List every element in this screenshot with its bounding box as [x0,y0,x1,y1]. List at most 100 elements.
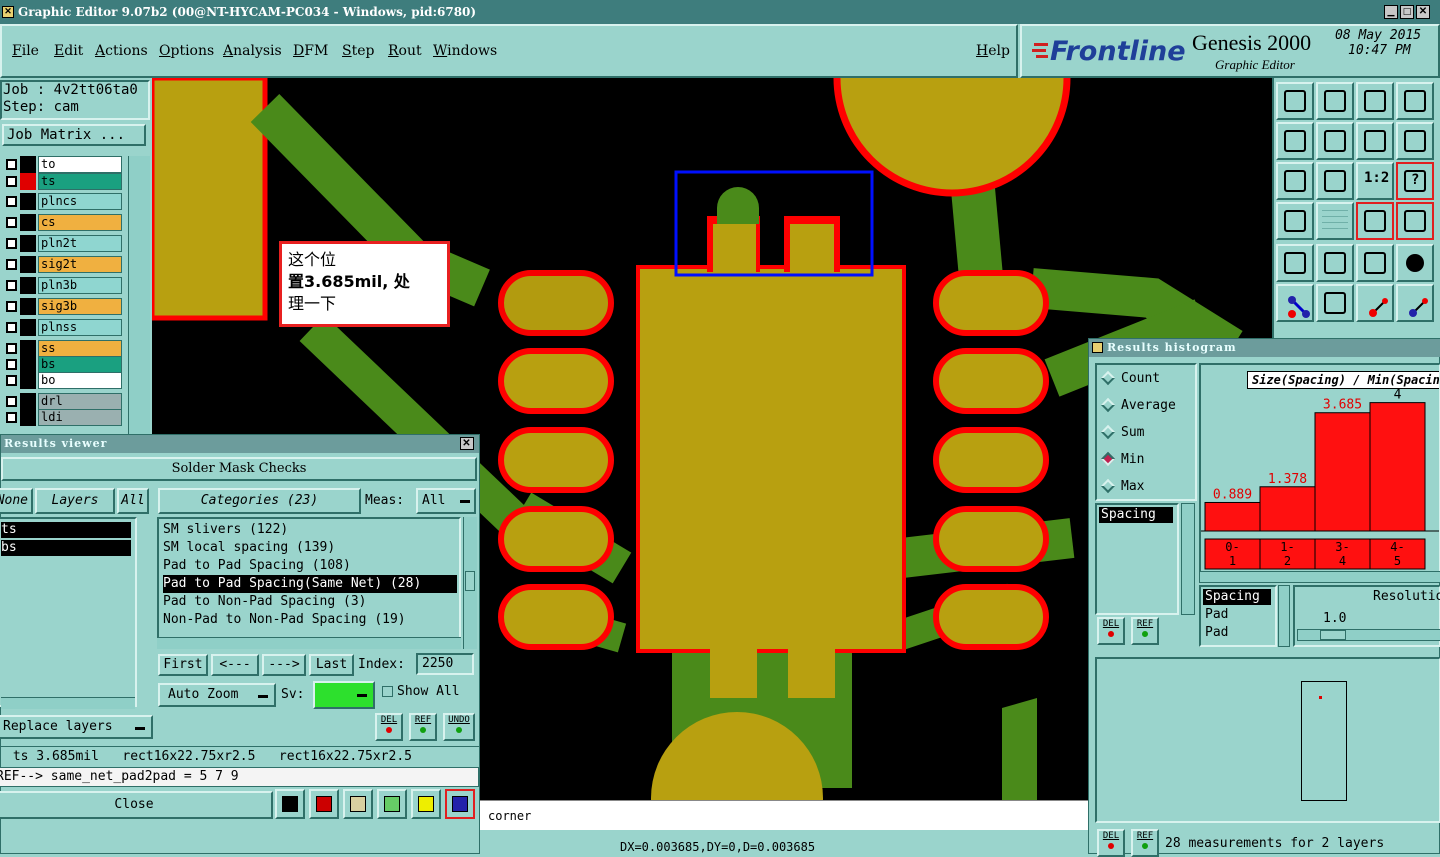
outline-button[interactable] [1316,244,1354,282]
menu-analysis[interactable]: Analysis [223,43,282,59]
column-labels-scrollbar[interactable] [1278,585,1290,647]
radio-diamond-icon[interactable] [1100,424,1116,440]
zoom-right-button[interactable] [1316,122,1354,160]
layer-checkbox[interactable] [6,217,17,228]
layer-name[interactable]: ss [38,340,122,357]
ruler-button[interactable] [1356,244,1394,282]
layer-name[interactable]: cs [38,214,122,231]
measure-red-button[interactable] [1356,202,1394,240]
snap-button[interactable] [1276,202,1314,240]
layer-checkbox[interactable] [6,412,17,423]
pan-button[interactable] [1276,162,1314,200]
layer-checkbox[interactable] [6,196,17,207]
histogram-ref-button-2[interactable]: REF [1131,829,1159,857]
menu-step[interactable]: Step [342,43,374,59]
stat-option-max[interactable]: Max [1099,477,1193,497]
menu-edit[interactable]: Edit [54,43,83,59]
layer-name[interactable]: bo [38,372,122,389]
list-button[interactable] [411,789,441,819]
layer-name[interactable]: ts [38,173,122,190]
link-red-button[interactable] [1356,284,1394,322]
layer-name[interactable]: bs [38,356,122,373]
measure-list-scrollbar[interactable] [1181,503,1195,615]
menu-windows[interactable]: Windows [433,43,497,59]
layer-checkbox[interactable] [6,238,17,249]
categories-list[interactable]: SM slivers (122) SM local spacing (139) Pa… [157,517,461,649]
histogram-hscroll[interactable] [1199,571,1440,583]
layer-name[interactable]: to [38,156,122,173]
measure-item-spacing[interactable]: Spacing [1099,507,1173,523]
link-blue-button[interactable] [1396,284,1434,322]
histogram-button[interactable] [445,789,475,819]
stat-option-average[interactable]: Average [1099,396,1193,416]
histogram-ref-button[interactable]: REF [1131,617,1159,645]
layer-name[interactable]: drl [38,393,122,410]
categories-hscroll[interactable] [157,637,461,649]
layer-name[interactable]: sig2t [38,256,122,273]
redraw-button[interactable] [1396,122,1434,160]
first-button[interactable]: First [158,654,208,676]
layer-name[interactable]: sig3b [38,298,122,315]
layer-name[interactable]: pln2t [38,235,122,252]
result-layer-item[interactable]: ts [1,522,131,538]
close-button[interactable]: Close [0,791,273,819]
menu-help[interactable]: Help [976,43,1010,59]
auto-zoom-dropdown[interactable]: Auto Zoom [158,683,276,707]
show-all-checkbox[interactable] [382,686,393,697]
histogram-bar-0[interactable] [1204,501,1261,532]
zoom-left-button[interactable] [1276,122,1314,160]
layer-checkbox[interactable] [6,359,17,370]
zoom-window-button[interactable] [1396,82,1434,120]
undo-button[interactable]: UNDO [443,713,475,741]
dot-button[interactable] [1396,244,1434,282]
tab-none[interactable]: None [0,488,33,514]
menu-rout[interactable]: Rout [388,43,422,59]
stat-option-count[interactable]: Count [1099,369,1193,389]
layer-checkbox[interactable] [6,375,17,386]
histogram-del-button-2[interactable]: DEL [1097,829,1125,857]
histogram-bar-1[interactable] [1259,486,1316,532]
tab-layers[interactable]: Layers [35,488,115,514]
replace-layers-dropdown[interactable]: Replace layers [0,715,153,739]
layer-list-scrollbar[interactable] [128,156,150,434]
cross-button[interactable] [1316,284,1354,322]
job-matrix-button[interactable]: Job Matrix ... [2,124,146,146]
grid-button[interactable] [1316,202,1354,240]
chart-button[interactable] [275,789,305,819]
menu-file[interactable]: File [12,43,39,59]
layer-checkbox[interactable] [6,280,17,291]
categories-scrollbar[interactable] [463,517,477,649]
count-button[interactable] [377,789,407,819]
radio-diamond-icon[interactable] [1100,451,1116,467]
menu-dfm[interactable]: DFM [293,43,328,59]
result-layer-item[interactable]: bs [1,540,131,556]
save-button[interactable] [309,789,339,819]
help-button[interactable]: ? [1396,162,1434,200]
slider-thumb[interactable] [1320,630,1346,640]
resolution-slider[interactable] [1297,629,1440,641]
radio-diamond-icon[interactable] [1100,397,1116,413]
zoom-home-button[interactable] [1276,82,1314,120]
measure-list[interactable]: Spacing [1095,503,1179,615]
zoom-fit-button[interactable] [1316,82,1354,120]
layer-results-hscroll[interactable] [1,697,135,709]
zoom-house-button[interactable] [1356,82,1394,120]
last-button[interactable]: Last [309,654,354,676]
layer-checkbox[interactable] [6,396,17,407]
histogram-bar-2[interactable] [1314,412,1371,532]
prev-button[interactable]: <--- [211,654,259,676]
layer-checkbox[interactable] [6,159,17,170]
category-item[interactable]: SM local spacing (139) [163,539,335,557]
net-button[interactable] [1276,284,1314,322]
radio-diamond-icon[interactable] [1100,370,1116,386]
category-item[interactable]: Pad to Non-Pad Spacing (3) [163,593,367,611]
mirror-button[interactable] [1356,122,1394,160]
layer-checkbox[interactable] [6,343,17,354]
tab-all[interactable]: All [117,488,149,514]
del-button[interactable]: DEL [375,713,403,741]
histogram-del-button[interactable]: DEL [1097,617,1125,645]
maximize-button[interactable]: □ [1400,5,1414,19]
measure-blue-button[interactable] [1396,202,1434,240]
layer-checkbox[interactable] [6,322,17,333]
menu-actions[interactable]: Actions [95,43,148,59]
